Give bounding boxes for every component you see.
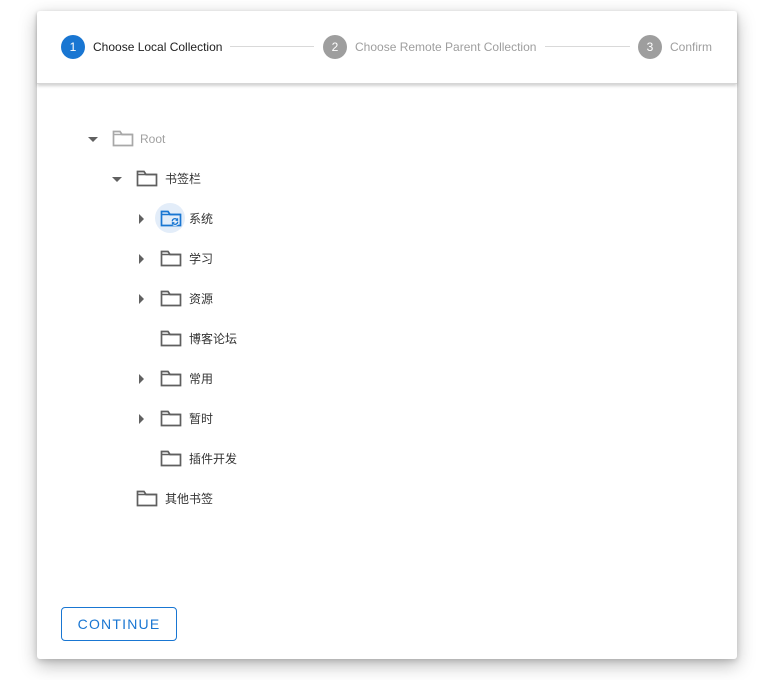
dialog-card: 1 Choose Local Collection 2 Choose Remot… bbox=[37, 11, 737, 659]
tree-node-study[interactable]: 学习 bbox=[189, 249, 213, 269]
step-connector bbox=[545, 46, 630, 47]
tree-node-blog-forum[interactable]: 博客论坛 bbox=[189, 329, 237, 349]
step-number: 2 bbox=[323, 35, 347, 59]
folder-icon bbox=[160, 410, 182, 427]
tree-node-other-bookmarks[interactable]: 其他书签 bbox=[165, 489, 213, 509]
tree-node-temporary[interactable]: 暂时 bbox=[189, 409, 213, 429]
step-connector bbox=[230, 46, 314, 47]
stepper: 1 Choose Local Collection 2 Choose Remot… bbox=[37, 11, 737, 84]
tree-node-plugin-dev[interactable]: 插件开发 bbox=[189, 449, 237, 469]
step-confirm: 3 Confirm bbox=[638, 35, 712, 59]
folder-icon bbox=[160, 250, 182, 267]
step-label: Choose Remote Parent Collection bbox=[355, 40, 537, 54]
folder-icon bbox=[112, 130, 134, 147]
tree-node-system[interactable]: 系统 bbox=[189, 209, 213, 229]
expand-arrow-icon[interactable] bbox=[133, 291, 149, 307]
step-number: 1 bbox=[61, 35, 85, 59]
tree-node-common[interactable]: 常用 bbox=[189, 369, 213, 389]
collapse-arrow-icon[interactable] bbox=[109, 171, 125, 187]
tree-node-bookmarks-bar[interactable]: 书签栏 bbox=[165, 169, 201, 189]
continue-button[interactable]: CONTINUE bbox=[61, 607, 177, 641]
folder-icon bbox=[160, 290, 182, 307]
expand-arrow-icon[interactable] bbox=[133, 251, 149, 267]
step-label: Confirm bbox=[670, 40, 713, 54]
folder-sync-icon bbox=[160, 210, 182, 227]
folder-icon bbox=[160, 370, 182, 387]
step-number: 3 bbox=[638, 35, 662, 59]
step-label: Choose Local Collection bbox=[93, 40, 223, 54]
folder-icon bbox=[136, 170, 158, 187]
folder-icon bbox=[160, 450, 182, 467]
tree-node-resources[interactable]: 资源 bbox=[189, 289, 213, 309]
step-choose-remote: 2 Choose Remote Parent Collection bbox=[323, 35, 536, 59]
expand-arrow-icon[interactable] bbox=[133, 371, 149, 387]
tree-node-root[interactable]: Root bbox=[140, 129, 165, 149]
expand-arrow-icon[interactable] bbox=[133, 411, 149, 427]
expand-arrow-icon[interactable] bbox=[133, 211, 149, 227]
folder-icon bbox=[160, 330, 182, 347]
step-choose-local: 1 Choose Local Collection bbox=[61, 35, 222, 59]
folder-icon bbox=[136, 490, 158, 507]
collapse-arrow-icon[interactable] bbox=[85, 131, 101, 147]
